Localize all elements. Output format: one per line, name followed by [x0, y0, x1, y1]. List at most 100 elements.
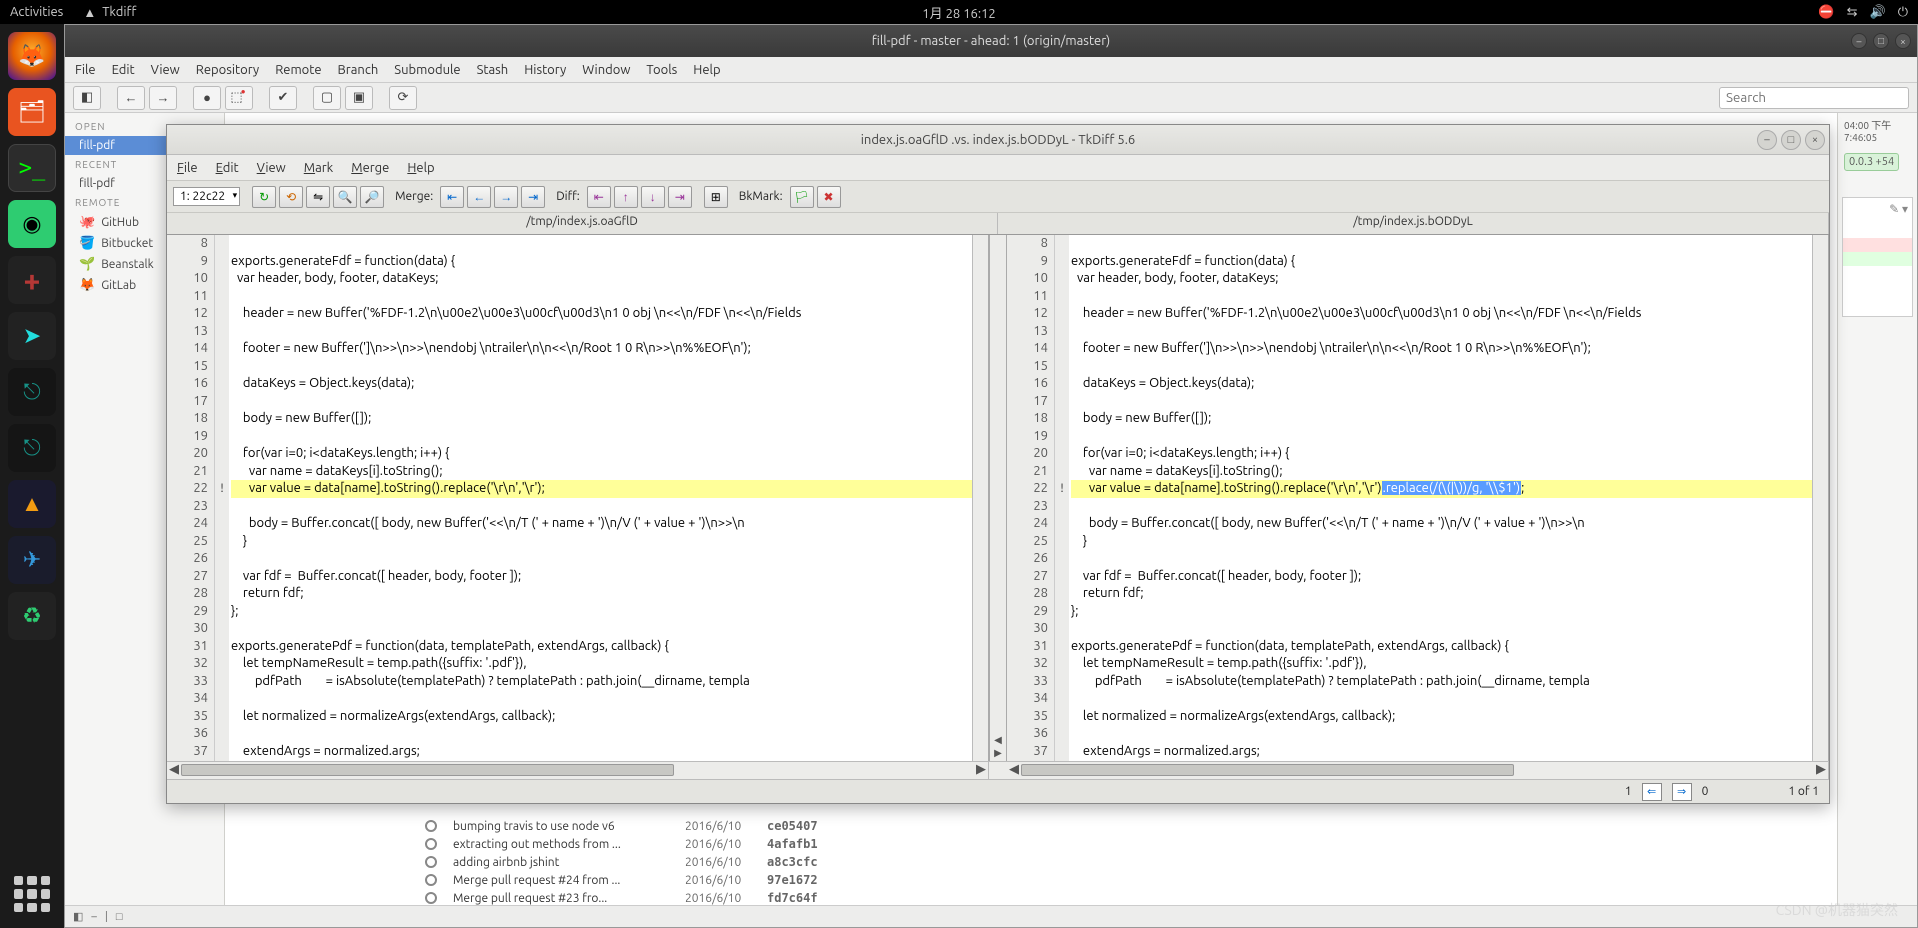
reload-both-button[interactable]: ⟲	[279, 186, 303, 208]
git-checkmark-button[interactable]: ✔	[269, 86, 297, 110]
diff-prev-button[interactable]: ↑	[614, 186, 638, 208]
dock-sublime-merge-icon[interactable]: ➤	[8, 312, 56, 360]
diff-first-button[interactable]: ⇤	[587, 186, 611, 208]
git-sidebar-toggle[interactable]: ◧	[73, 86, 101, 110]
dock-tkdiff-icon[interactable]: ▲	[8, 480, 56, 528]
commit-row[interactable]: Merge pull request #24 from ...2016/6/10…	[425, 871, 818, 889]
git-menu-stash[interactable]: Stash	[477, 63, 509, 77]
left-vscrollbar[interactable]	[972, 235, 988, 761]
git-box1-button[interactable]: ▢	[313, 86, 341, 110]
git-menu-history[interactable]: History	[524, 63, 566, 77]
bkmark-label: BkMark:	[731, 190, 787, 203]
git-maximize-button[interactable]: □	[1873, 33, 1889, 49]
git-menu-branch[interactable]: Branch	[338, 63, 379, 77]
git-status-item-3[interactable]: |	[105, 911, 108, 923]
tkdiff-menu-help[interactable]: Help	[407, 161, 434, 175]
git-box2-button[interactable]: ▣	[345, 86, 373, 110]
left-file-path: /tmp/index.js.oaGflD	[167, 213, 998, 234]
clock[interactable]: 1月 28 16:12	[922, 3, 995, 22]
tkdiff-menu-mark[interactable]: Mark	[304, 161, 334, 175]
tkdiff-menu-merge[interactable]: Merge	[351, 161, 389, 175]
git-menu-submodule[interactable]: Submodule	[394, 63, 460, 77]
git-menu-edit[interactable]: Edit	[112, 63, 135, 77]
right-hscrollbar[interactable]: ◀▶	[1007, 762, 1829, 779]
left-change-marks: !	[215, 235, 229, 761]
power-icon[interactable]: ⏻	[1898, 5, 1908, 20]
git-menu-repository[interactable]: Repository	[196, 63, 259, 77]
git-menubar: File Edit View Repository Remote Branch Submod…	[65, 57, 1917, 83]
git-stash-button[interactable]: ⬚	[225, 86, 253, 110]
sound-icon[interactable]: 🔊	[1870, 5, 1886, 20]
find-button[interactable]: 🔍	[333, 186, 357, 208]
git-minimize-button[interactable]: –	[1851, 33, 1867, 49]
git-menu-tools[interactable]: Tools	[646, 63, 677, 77]
tkdiff-menu-view[interactable]: View	[257, 161, 286, 175]
activities-button[interactable]: Activities	[10, 5, 63, 20]
git-refresh-button[interactable]: ⟳	[389, 86, 417, 110]
git-menu-file[interactable]: File	[75, 63, 96, 77]
nav-next-button[interactable]: ⇒	[1672, 783, 1692, 801]
watermark: CSDN @机器猫突然	[1776, 900, 1898, 920]
merge-left-button[interactable]: ←	[467, 186, 491, 208]
merge-left-first-button[interactable]: ⇤	[440, 186, 464, 208]
dock-files-icon[interactable]: 🗂	[8, 88, 56, 136]
nav-prev-button[interactable]: ⇐	[1642, 783, 1662, 801]
git-forward-button[interactable]: →	[149, 86, 177, 110]
left-hscrollbar[interactable]: ◀▶	[167, 762, 989, 779]
dock-gitplus-icon[interactable]: +	[8, 256, 56, 304]
merge-right-button[interactable]: →	[494, 186, 518, 208]
left-code[interactable]: exports.generateFdf = function(data) { v…	[229, 235, 972, 761]
commit-row[interactable]: adding airbnb jshint2016/6/10a8c3cfc	[425, 853, 818, 871]
tkdiff-menu-file[interactable]: File	[177, 161, 198, 175]
dock-apps-grid-icon[interactable]	[8, 870, 56, 918]
left-pane[interactable]: 8 9 10 11 12 13 14 15 16 17 18 19 20 21 …	[167, 235, 989, 761]
git-close-button[interactable]: ×	[1895, 33, 1911, 49]
commit-row[interactable]: bumping travis to use node v62016/6/10ce…	[425, 817, 818, 835]
tkdiff-close-button[interactable]: ×	[1805, 130, 1825, 150]
git-status-item-4[interactable]: □	[116, 911, 123, 923]
network-icon[interactable]: ⇆	[1847, 5, 1858, 20]
pane-separator[interactable]: ◀▶	[989, 235, 1007, 761]
right-vscrollbar[interactable]	[1812, 235, 1828, 761]
git-commit-button[interactable]: ●	[193, 86, 221, 110]
git-menu-view[interactable]: View	[151, 63, 180, 77]
right-code[interactable]: exports.generateFdf = function(data) { v…	[1069, 235, 1812, 761]
center-button[interactable]: ⊞	[704, 186, 728, 208]
left-line-numbers: 8 9 10 11 12 13 14 15 16 17 18 19 20 21 …	[167, 235, 215, 761]
dock-terminal-icon[interactable]: >_	[8, 144, 56, 192]
dock-trash-icon[interactable]: ♻	[8, 592, 56, 640]
git-edit-icon[interactable]: ✎ ▾	[1889, 202, 1908, 216]
git-diff-badge[interactable]: 0.0.3 +54	[1844, 153, 1899, 171]
tkdiff-maximize-button[interactable]: □	[1781, 130, 1801, 150]
dock-telegram-icon[interactable]: ✈	[8, 536, 56, 584]
commit-row[interactable]: extracting out methods from ...2016/6/10…	[425, 835, 818, 853]
bookmark-clear-button[interactable]: ✖	[817, 186, 841, 208]
change-selector[interactable]: 1: 22c22	[173, 187, 240, 206]
diff-counter: 1 of 1	[1788, 785, 1819, 798]
tkdiff-menu-edit[interactable]: Edit	[216, 161, 239, 175]
git-status-item-2[interactable]: –	[91, 911, 96, 923]
split-button[interactable]: ⇋	[306, 186, 330, 208]
diff-last-button[interactable]: ⇥	[668, 186, 692, 208]
git-search-input[interactable]	[1719, 87, 1909, 109]
git-back-button[interactable]: ←	[117, 86, 145, 110]
tkdiff-minimize-button[interactable]: –	[1757, 130, 1777, 150]
git-status-item[interactable]: ◧	[73, 910, 83, 923]
tkdiff-column-headers: /tmp/index.js.oaGflD /tmp/index.js.bODDy…	[167, 213, 1829, 235]
bookmark-add-button[interactable]: 🏳	[790, 186, 814, 208]
dock-gitkraken-icon[interactable]: ⎋	[8, 368, 56, 416]
git-menu-remote[interactable]: Remote	[275, 63, 321, 77]
git-menu-window[interactable]: Window	[582, 63, 630, 77]
git-window-titlebar: fill-pdf - master - ahead: 1 (origin/mas…	[65, 25, 1917, 57]
dock-git-icon[interactable]: ◉	[8, 200, 56, 248]
merge-right-last-button[interactable]: ⇥	[521, 186, 545, 208]
reload-button[interactable]: ↻	[252, 186, 276, 208]
active-app[interactable]: ▲ Tkdiff	[83, 5, 136, 20]
diff-next-button[interactable]: ↓	[641, 186, 665, 208]
dock-firefox-icon[interactable]: 🦊	[8, 32, 56, 80]
find-next-button[interactable]: 🔎	[360, 186, 384, 208]
right-pane[interactable]: 8 9 10 11 12 13 14 15 16 17 18 19 20 21 …	[1007, 235, 1829, 761]
status-skip-icon[interactable]: ⛔	[1818, 5, 1834, 20]
dock-gitkraken2-icon[interactable]: ⎋	[8, 424, 56, 472]
git-menu-help[interactable]: Help	[693, 63, 720, 77]
